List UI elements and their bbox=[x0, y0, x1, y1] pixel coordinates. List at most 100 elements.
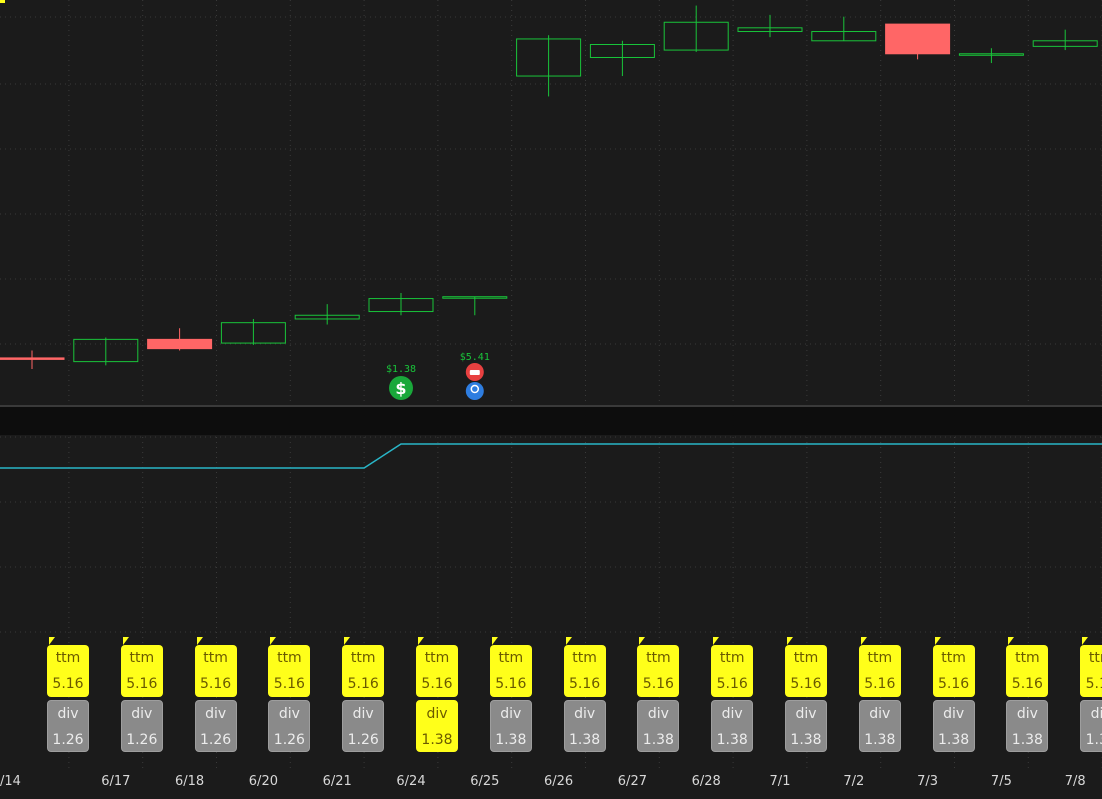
ttm-label-name: ttm bbox=[424, 650, 450, 666]
x-tick-label-6/17: 6/17 bbox=[101, 774, 131, 789]
div-label-value: 1.26 bbox=[347, 732, 379, 748]
ttm-label-value: 5.16 bbox=[790, 676, 822, 692]
div-label-7/8[interactable]: div 1.38 bbox=[1080, 700, 1102, 752]
ttm-label-name: ttm bbox=[867, 650, 893, 666]
div-label-6/21[interactable]: div 1.26 bbox=[342, 700, 385, 752]
x-tick-label-6/25: 6/25 bbox=[470, 774, 500, 789]
ttm-notch-2 bbox=[196, 637, 203, 645]
ttm-label-6/28[interactable]: ttm 5.16 bbox=[711, 645, 754, 697]
candle-body-6/14[interactable] bbox=[0, 357, 65, 360]
ttm-label-name: ttm bbox=[646, 650, 671, 666]
div-label-value: 1.38 bbox=[1011, 732, 1043, 748]
div-label-7/1[interactable]: div 1.38 bbox=[785, 700, 827, 752]
event-label-dividend: $1.38 bbox=[386, 364, 416, 375]
x-tick-label-7/2: 7/2 bbox=[843, 774, 865, 789]
corner-marker bbox=[0, 0, 5, 3]
div-label-6/24[interactable]: div 1.38 bbox=[416, 700, 458, 752]
ttm-label-6/25[interactable]: ttm 5.16 bbox=[489, 645, 532, 697]
div-label-name: div bbox=[647, 706, 669, 722]
div-label-name: div bbox=[1016, 706, 1038, 722]
ttm-label-name: ttm bbox=[203, 650, 228, 666]
div-label-7/2[interactable]: div 1.38 bbox=[858, 700, 901, 752]
div-label-name: div bbox=[131, 706, 153, 722]
x-tick-label-6/27: 6/27 bbox=[617, 774, 647, 789]
ttm-label-6/17[interactable]: ttm 5.16 bbox=[120, 645, 163, 697]
ttm-notch-0 bbox=[49, 637, 55, 645]
ttm-label-value: 5.16 bbox=[126, 676, 158, 692]
ttm-label-7/8[interactable]: ttm 5.16 bbox=[1080, 645, 1102, 697]
ttm-label-6/20[interactable]: ttm 5.16 bbox=[268, 645, 311, 697]
ttm-label-7/5[interactable]: ttm 5.16 bbox=[1006, 645, 1049, 697]
div-label-name: div bbox=[278, 706, 300, 722]
div-label-6/14[interactable]: div 1.26 bbox=[47, 700, 89, 752]
candle-body-6/18[interactable] bbox=[147, 338, 213, 350]
div-label-name: div bbox=[352, 706, 374, 722]
ttm-label-value: 5.16 bbox=[347, 676, 379, 692]
x-tick-label-6/21: 6/21 bbox=[322, 774, 352, 789]
ttm-label-6/26[interactable]: ttm 5.16 bbox=[563, 645, 606, 697]
ttm-label-6/14[interactable]: ttm 5.16 bbox=[47, 645, 89, 697]
ttm-label-7/2[interactable]: ttm 5.16 bbox=[858, 645, 901, 697]
div-label-7/3[interactable]: div 1.38 bbox=[932, 700, 975, 752]
ttm-notch-4 bbox=[344, 637, 351, 645]
ttm-label-6/21[interactable]: ttm 5.16 bbox=[342, 645, 385, 697]
div-label-value: 1.26 bbox=[200, 732, 232, 748]
div-label-6/18[interactable]: div 1.26 bbox=[194, 700, 237, 752]
ttm-notch-1 bbox=[122, 637, 129, 645]
div-label-6/17[interactable]: div 1.26 bbox=[120, 700, 163, 752]
div-label-6/20[interactable]: div 1.26 bbox=[268, 700, 311, 752]
ttm-notch-5 bbox=[418, 637, 424, 645]
info-icon[interactable] bbox=[465, 382, 484, 400]
ttm-label-name: ttm bbox=[55, 650, 81, 666]
ttm-notch-7 bbox=[565, 637, 572, 645]
div-label-value: 1.38 bbox=[1085, 732, 1102, 748]
ttm-label-name: ttm bbox=[793, 650, 819, 666]
div-label-value: 1.38 bbox=[716, 732, 748, 748]
phone-icon bbox=[469, 370, 480, 375]
ttm-label-name: ttm bbox=[572, 650, 597, 666]
ttm-label-7/1[interactable]: ttm 5.16 bbox=[785, 645, 827, 697]
div-label-7/5[interactable]: div 1.38 bbox=[1006, 700, 1049, 752]
div-label-value: 1.38 bbox=[864, 732, 896, 748]
div-label-6/25[interactable]: div 1.38 bbox=[489, 700, 532, 752]
div-label-6/26[interactable]: div 1.38 bbox=[563, 700, 606, 752]
dividend-icon-glyph: $ bbox=[395, 379, 406, 398]
ttm-label-name: ttm bbox=[350, 650, 376, 666]
ttm-notch-10 bbox=[787, 637, 793, 645]
event-label-earnings: $5.41 bbox=[460, 352, 490, 363]
x-tick-label-6/24: 6/24 bbox=[396, 774, 426, 789]
div-label-name: div bbox=[205, 706, 227, 722]
div-label-name: div bbox=[426, 706, 448, 722]
div-label-value: 1.26 bbox=[273, 732, 305, 748]
x-tick-label-7/5: 7/5 bbox=[990, 774, 1012, 789]
x-tick-label-7/8: 7/8 bbox=[1064, 774, 1086, 789]
x-tick-label-7/3: 7/3 bbox=[917, 774, 939, 789]
ttm-label-name: ttm bbox=[498, 650, 524, 666]
ttm-label-value: 5.16 bbox=[938, 676, 970, 692]
panel-separator[interactable] bbox=[0, 407, 1102, 435]
ttm-notch-12 bbox=[934, 637, 941, 645]
ttm-notch-11 bbox=[860, 637, 867, 645]
ttm-notch-8 bbox=[639, 637, 646, 645]
ttm-label-6/27[interactable]: ttm 5.16 bbox=[637, 645, 680, 697]
ttm-label-name: ttm bbox=[941, 650, 966, 666]
ttm-label-value: 5.16 bbox=[642, 676, 674, 692]
div-label-6/27[interactable]: div 1.38 bbox=[637, 700, 680, 752]
x-tick-label-6/28: 6/28 bbox=[691, 774, 721, 789]
div-label-value: 1.38 bbox=[569, 732, 601, 748]
ttm-label-6/24[interactable]: ttm 5.16 bbox=[416, 645, 458, 697]
ttm-label-name: ttm bbox=[277, 650, 302, 666]
x-tick-label-6/14: /14 bbox=[0, 774, 21, 789]
x-tick-label-6/20: 6/20 bbox=[248, 774, 278, 789]
div-label-name: div bbox=[869, 706, 891, 722]
candle-body-7/3[interactable] bbox=[885, 23, 951, 55]
ttm-label-6/18[interactable]: ttm 5.16 bbox=[194, 645, 237, 697]
ttm-label-name: ttm bbox=[1015, 650, 1040, 666]
div-label-name: div bbox=[943, 706, 965, 722]
div-label-value: 1.26 bbox=[52, 732, 84, 748]
x-tick-label-6/18: 6/18 bbox=[174, 774, 205, 789]
div-label-6/28[interactable]: div 1.38 bbox=[711, 700, 754, 752]
ttm-label-7/3[interactable]: ttm 5.16 bbox=[932, 645, 975, 697]
div-label-name: div bbox=[574, 706, 596, 722]
ttm-label-value: 5.16 bbox=[273, 676, 305, 692]
